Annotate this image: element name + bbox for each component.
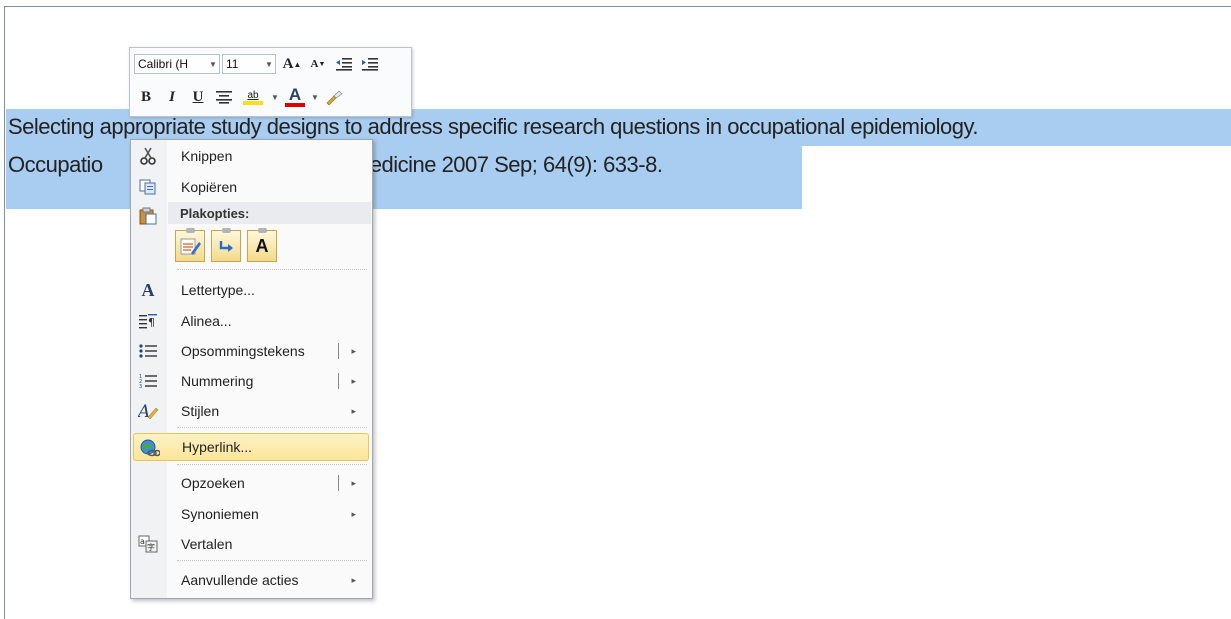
hyperlink-icon [139, 438, 161, 458]
menu-item-hyperlink[interactable]: Hyperlink... [133, 433, 369, 461]
format-painter-button[interactable] [322, 86, 346, 108]
menu-item-aanvullende-acties[interactable]: Aanvullende acties ▸ [132, 566, 370, 594]
copy-icon [137, 177, 159, 197]
mini-toolbar: Calibri (H ▼ 11 ▼ A ▲ A ▼ B I U ab ▼ A ▼ [129, 47, 412, 117]
menu-item-alinea[interactable]: ¶ Alinea... [132, 307, 370, 335]
menu-separator [177, 560, 367, 561]
menu-separator [177, 269, 367, 270]
menu-item-label: Synoniemen [181, 506, 259, 522]
svg-text:a: a [140, 537, 145, 546]
menu-item-label: Knippen [181, 148, 233, 164]
submenu-arrow-icon[interactable]: ▸ [351, 575, 356, 586]
font-size-value: 11 [226, 57, 239, 71]
svg-text:3: 3 [139, 384, 142, 389]
scissors-icon [137, 146, 159, 166]
mini-toolbar-row-1: Calibri (H ▼ 11 ▼ A ▲ A ▼ [134, 52, 384, 76]
document-text-line-2-left: Occupatio [8, 152, 103, 177]
menu-item-label: Opsommingstekens [181, 343, 305, 359]
increase-indent-icon [362, 58, 378, 71]
paste-options-icon-cell [132, 202, 168, 230]
menu-item-nummering[interactable]: 123 Nummering ▸ [132, 367, 370, 395]
document-border-left [4, 6, 5, 619]
grow-font-icon: A [282, 55, 294, 72]
format-painter-icon [326, 90, 343, 105]
chevron-down-icon[interactable]: ▼ [310, 86, 320, 108]
chevron-down-icon[interactable]: ▼ [207, 60, 219, 69]
paragraph-icon: ¶ [137, 311, 159, 331]
menu-item-label: Stijlen [181, 403, 220, 419]
underline-button[interactable]: U [186, 86, 210, 108]
mini-toolbar-row-2: B I U ab ▼ A ▼ [134, 85, 348, 109]
submenu-arrow-icon[interactable]: ▸ [351, 509, 356, 520]
menu-item-label: Aanvullende acties [181, 572, 299, 588]
bold-button[interactable]: B [134, 86, 158, 108]
document-text-line-2-right: tal medicine 2007 Sep; 64(9): 633-8. [324, 152, 663, 177]
menu-item-knippen[interactable]: Knippen [132, 142, 370, 170]
submenu-arrow-icon[interactable]: ▸ [351, 406, 356, 417]
document-text-line-1[interactable]: Selecting appropriate study designs to a… [8, 114, 978, 140]
document-border-top [4, 6, 1231, 7]
shrink-font-icon: A [310, 58, 319, 70]
translate-icon: a字 [137, 534, 159, 554]
submenu-arrow-icon[interactable]: ▸ [351, 478, 356, 489]
font-name-combo[interactable]: Calibri (H ▼ [134, 54, 220, 74]
menu-item-label: Alinea... [181, 313, 232, 329]
menu-item-synoniemen[interactable]: Synoniemen ▸ [132, 500, 370, 528]
keep-text-only-icon[interactable]: A [247, 228, 277, 262]
shrink-font-button[interactable]: A ▼ [306, 53, 330, 75]
center-align-button[interactable] [212, 86, 236, 108]
merge-formatting-icon[interactable] [211, 228, 241, 262]
split-divider [338, 475, 339, 491]
center-align-icon [216, 91, 232, 104]
highlight-color-button[interactable]: ab [238, 86, 268, 108]
menu-item-label: Nummering [181, 373, 254, 389]
font-color-swatch [285, 103, 305, 107]
highlight-color-swatch [243, 100, 263, 105]
menu-separator [177, 427, 367, 428]
font-color-icon: A [288, 85, 302, 104]
menu-item-vertalen[interactable]: a字 Vertalen [132, 530, 370, 558]
increase-indent-button[interactable] [358, 53, 382, 75]
font-icon: A [141, 279, 155, 300]
submenu-arrow-icon[interactable]: ▸ [351, 346, 356, 357]
menu-item-label: Opzoeken [181, 475, 245, 491]
chevron-down-icon[interactable]: ▼ [270, 86, 280, 108]
bullets-icon [137, 341, 159, 361]
menu-item-opzoeken[interactable]: Opzoeken ▸ [132, 469, 370, 497]
menu-item-label: Vertalen [181, 536, 233, 552]
split-divider [338, 343, 339, 359]
menu-item-label: Lettertype... [181, 282, 255, 298]
menu-item-stijlen[interactable]: A Stijlen ▸ [132, 397, 370, 425]
paste-icon [137, 206, 159, 226]
split-divider [338, 373, 339, 389]
paste-options-header: Plakopties: [168, 202, 371, 224]
svg-text:¶: ¶ [148, 316, 155, 329]
svg-text:字: 字 [147, 542, 155, 552]
grow-font-button[interactable]: A ▲ [280, 53, 304, 75]
submenu-arrow-icon[interactable]: ▸ [351, 376, 356, 387]
menu-separator [177, 464, 367, 465]
menu-item-kopieren[interactable]: Kopiëren [132, 173, 370, 201]
paste-options-row: A [175, 228, 283, 262]
styles-icon: A [137, 401, 159, 421]
chevron-down-icon[interactable]: ▼ [263, 60, 275, 69]
highlight-icon: ab [247, 89, 259, 101]
keep-source-formatting-icon[interactable] [175, 228, 205, 262]
menu-item-label: Kopiëren [181, 179, 238, 195]
numbering-icon: 123 [137, 371, 159, 391]
font-name-value: Calibri (H [138, 57, 189, 71]
menu-item-label: Hyperlink... [182, 439, 253, 455]
decrease-indent-icon [336, 58, 352, 71]
font-size-combo[interactable]: 11 ▼ [222, 54, 276, 74]
decrease-indent-button[interactable] [332, 53, 356, 75]
italic-button[interactable]: I [160, 86, 184, 108]
menu-item-lettertype[interactable]: A Lettertype... [132, 276, 370, 304]
font-color-button[interactable]: A [282, 86, 308, 108]
context-menu: Knippen Kopiëren Plakopties: A A Lettert… [130, 139, 373, 599]
menu-item-opsommingstekens[interactable]: Opsommingstekens ▸ [132, 337, 370, 365]
